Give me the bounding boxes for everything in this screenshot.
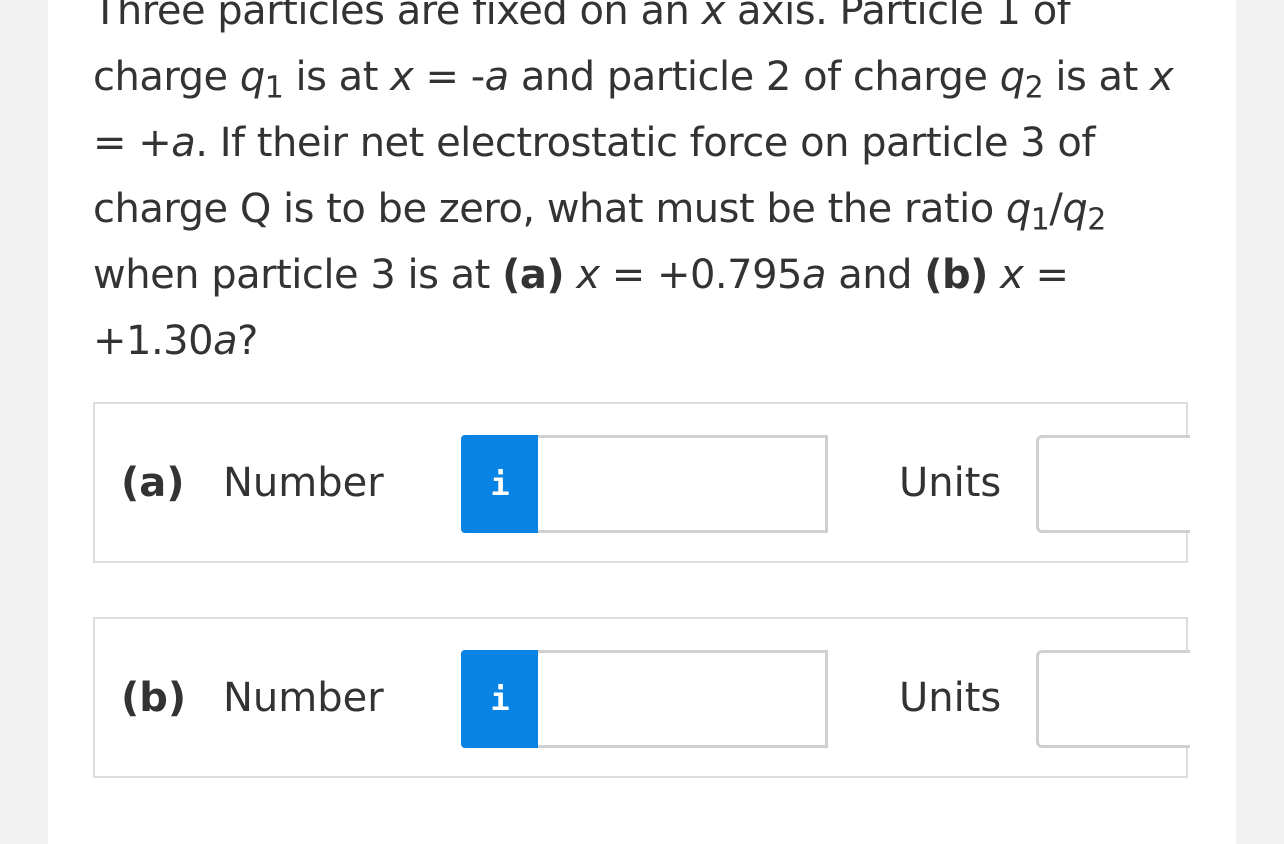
info-glyph: i: [490, 465, 510, 503]
number-input-b[interactable]: [538, 650, 828, 748]
info-icon[interactable]: i: [461, 435, 539, 533]
number-label-a: Number: [223, 460, 384, 506]
info-glyph: i: [490, 680, 510, 718]
units-select-a[interactable]: [1036, 435, 1190, 533]
units-select-b[interactable]: [1036, 650, 1190, 748]
problem-text: Three particles are fixed on an x axis. …: [93, 0, 1174, 364]
answer-row-a: (a) Number i Units: [93, 402, 1190, 563]
problem-statement: Three particles are fixed on an x axis. …: [93, 0, 1203, 374]
part-label-a: (a): [121, 460, 185, 506]
number-label-b: Number: [223, 675, 384, 721]
number-input-a[interactable]: [538, 435, 828, 533]
units-label-b: Units: [899, 675, 1002, 721]
answer-row-b: (b) Number i Units: [93, 617, 1190, 778]
part-label-b: (b): [121, 675, 187, 721]
units-label-a: Units: [899, 460, 1002, 506]
info-icon[interactable]: i: [461, 650, 539, 748]
